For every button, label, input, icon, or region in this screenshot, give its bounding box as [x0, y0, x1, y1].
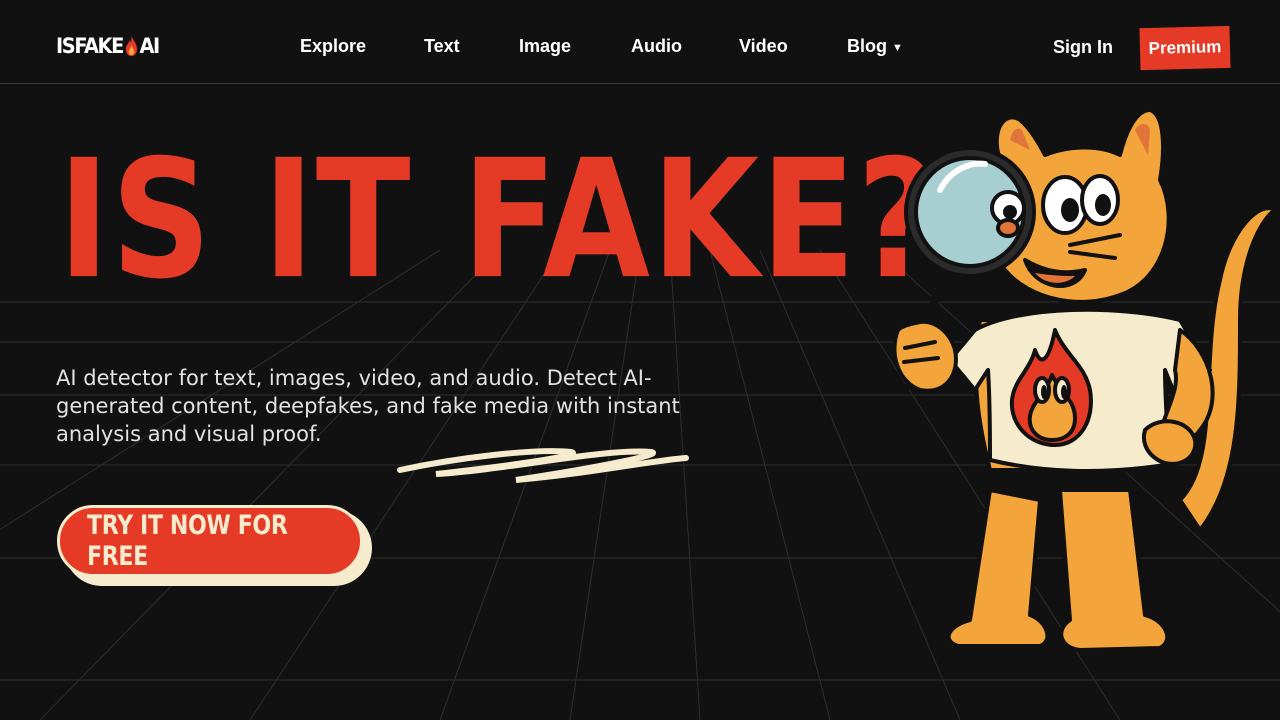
logo-text-isfake: ISFAKE: [56, 34, 124, 58]
nav-blog-dropdown[interactable]: Blog ▼: [847, 36, 903, 57]
sign-in-link[interactable]: Sign In: [1053, 37, 1113, 58]
site-logo[interactable]: ISFAKE AI: [56, 34, 160, 58]
try-it-now-button[interactable]: TRY IT NOW FOR FREE: [57, 505, 363, 577]
nav-video[interactable]: Video: [739, 36, 788, 57]
logo-text-ai: AI: [139, 34, 160, 58]
hero-subtitle: AI detector for text, images, video, and…: [56, 366, 680, 446]
squiggle-decoration: [397, 448, 689, 483]
nav-blog-label: Blog: [847, 36, 887, 56]
nav-text[interactable]: Text: [424, 36, 460, 57]
nav-explore[interactable]: Explore: [300, 36, 366, 57]
site-header: ISFAKE AI Explore Text Image Audio Video…: [0, 0, 1280, 84]
nav-image[interactable]: Image: [519, 36, 571, 57]
nav-audio[interactable]: Audio: [631, 36, 682, 57]
flame-logo-icon: [125, 36, 137, 56]
premium-button[interactable]: Premium: [1139, 25, 1231, 71]
cat-mascot-illustration: [892, 108, 1277, 652]
chevron-down-icon: ▼: [892, 42, 903, 54]
cta-label: TRY IT NOW FOR FREE: [87, 510, 288, 572]
hero-title: IS IT FAKE?: [58, 124, 940, 315]
